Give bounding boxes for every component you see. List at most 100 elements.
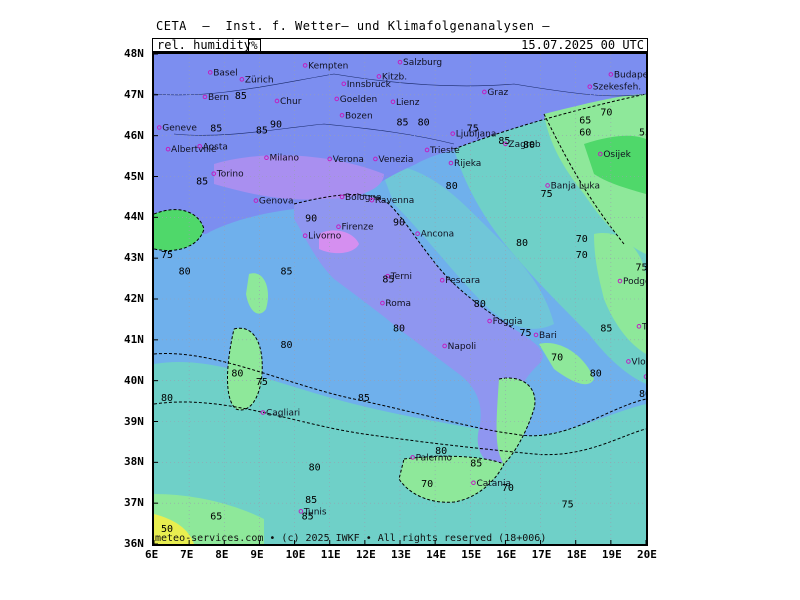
latitude-label: 47N (124, 87, 144, 101)
contour-value-label: 90 (270, 120, 282, 131)
map-title: CETA — Inst. f. Wetter— und Klimafolgena… (156, 19, 550, 33)
city-label: Bern (208, 93, 229, 103)
city-label: Geneve (162, 124, 197, 134)
contour-value-label: 80 (523, 140, 535, 151)
contour-value-label: 90 (393, 218, 405, 229)
contour-value-label: 80 (281, 340, 293, 351)
longitude-label: 7E (180, 548, 194, 561)
contour-value-label: 75 (467, 124, 479, 135)
contour-value-label: 80 (161, 393, 173, 404)
city-label: Genova (259, 197, 294, 207)
city-label: Foggia (493, 317, 523, 327)
contour-value-label: 85 (256, 126, 268, 137)
longitude-label: 8E (215, 548, 229, 561)
city-label: Milano (269, 154, 299, 164)
contour-value-label: 85 (470, 458, 482, 469)
contour-value-label: 80 (418, 117, 430, 128)
city-label: Basel (213, 68, 237, 78)
latitude-label: 43N (124, 251, 144, 265)
contour-value-label: 85 (196, 177, 208, 188)
contour-value-label: 70 (551, 352, 563, 363)
longitude-label: 13E (391, 548, 411, 561)
unit-label: % (248, 39, 261, 52)
latitude-label: 37N (124, 496, 144, 510)
contour-value-label: 80 (309, 463, 321, 474)
contour-value-label: 75 (541, 189, 553, 200)
longitude-label: 9E (250, 548, 264, 561)
city-label: Osijek (603, 150, 631, 160)
longitude-label: 15E (461, 548, 482, 561)
latitude-label: 42N (124, 292, 144, 305)
city-label: Trieste (429, 146, 460, 156)
latitude-label: 40N (124, 373, 144, 387)
city-label: Pescara (445, 276, 480, 286)
contour-value-label: 70 (502, 483, 514, 494)
city-label: Kitzb. (382, 72, 407, 82)
latitude-label: 48N (124, 47, 144, 60)
contour-value-label: 80 (231, 369, 243, 380)
contour-value-label: 55 (639, 128, 646, 139)
contour-value-label: 80 (446, 181, 458, 192)
city-label: Bozen (345, 111, 373, 121)
contour-value-label: 85 (498, 136, 510, 147)
latitude-label: 39N (124, 414, 144, 428)
city-label: Graz (487, 88, 508, 98)
city-label: Aosta (203, 142, 228, 152)
contour-value-label: 85 (235, 91, 247, 102)
latitude-label: 38N (124, 455, 144, 469)
contour-value-label: 75 (519, 328, 531, 339)
contour-value-label: 75 (635, 262, 646, 273)
city-label: Szekesfeh. (593, 83, 641, 93)
latitude-label: 45N (124, 169, 144, 183)
contour-value-label: 90 (305, 213, 317, 224)
contour-value-label: 85 (600, 324, 612, 335)
contour-value-label: 70 (600, 107, 612, 118)
contour-value-label: 80 (590, 369, 602, 380)
contour-value-label: 70 (421, 479, 433, 490)
contour-value-label: 65 (579, 115, 591, 126)
contour-value-label: 85 (382, 275, 394, 286)
latitude-label: 41N (124, 332, 144, 346)
contour-value-label: 80 (393, 324, 405, 335)
city-label: Venezia (378, 155, 413, 165)
longitude-label: 11E (320, 548, 341, 561)
contour-value-label: 85 (281, 267, 293, 278)
city-label: Zürich (245, 75, 274, 85)
longitude-label: 6E (145, 548, 159, 561)
map-canvas: BaselZürichKempten SalzburgInnsbruckKitzb… (154, 54, 646, 544)
city-label: Salzburg (403, 58, 442, 68)
city-label: Livorno (308, 232, 342, 242)
latitude-label: 44N (124, 210, 144, 224)
contour-value-label: 75 (161, 250, 173, 261)
city-label: Bari (539, 331, 557, 341)
contour-value-label: 75 (562, 499, 574, 510)
longitude-label: 12E (355, 548, 376, 561)
longitude-label: 18E (566, 548, 587, 561)
contour-value-label: 85 (210, 124, 222, 135)
humidity-map: Basel Zürich Kempten Salzburg Innsbruck Kitzb… (152, 52, 648, 546)
contour-value-label: 85 (358, 393, 370, 404)
contour-value-label: 65 (210, 512, 222, 523)
city-label: Banja Luka (551, 181, 600, 191)
contour-value-label: 80 (179, 267, 191, 278)
contour-value-label: 75 (256, 377, 268, 388)
city-label: Tirana (641, 322, 646, 332)
city-label: Torino (216, 170, 244, 180)
city-label: Firenze (342, 223, 374, 233)
city-label: Lienz (396, 98, 420, 108)
city-label: Goelden (340, 95, 377, 105)
city-label: Ancona (421, 230, 455, 240)
city-label: Cagliari (266, 409, 300, 419)
contour-value-label: 80 (639, 389, 646, 400)
parameter-label: rel. humidity (157, 38, 251, 52)
city-label: Kempten (308, 61, 348, 71)
contour-value-label: 70 (576, 250, 588, 261)
latitude-label: 36N (124, 537, 144, 550)
contour-value-label: 60 (579, 128, 591, 139)
city-label: Ravenna (375, 196, 414, 206)
longitude-label: 10E (285, 548, 306, 561)
contour-value-label: 70 (576, 234, 588, 245)
longitude-label: 20E (637, 548, 657, 561)
copyright-credit: meteo-services.com • (c) 2025 IWKF • All… (155, 533, 547, 544)
contour-value-label: 85 (305, 495, 317, 506)
